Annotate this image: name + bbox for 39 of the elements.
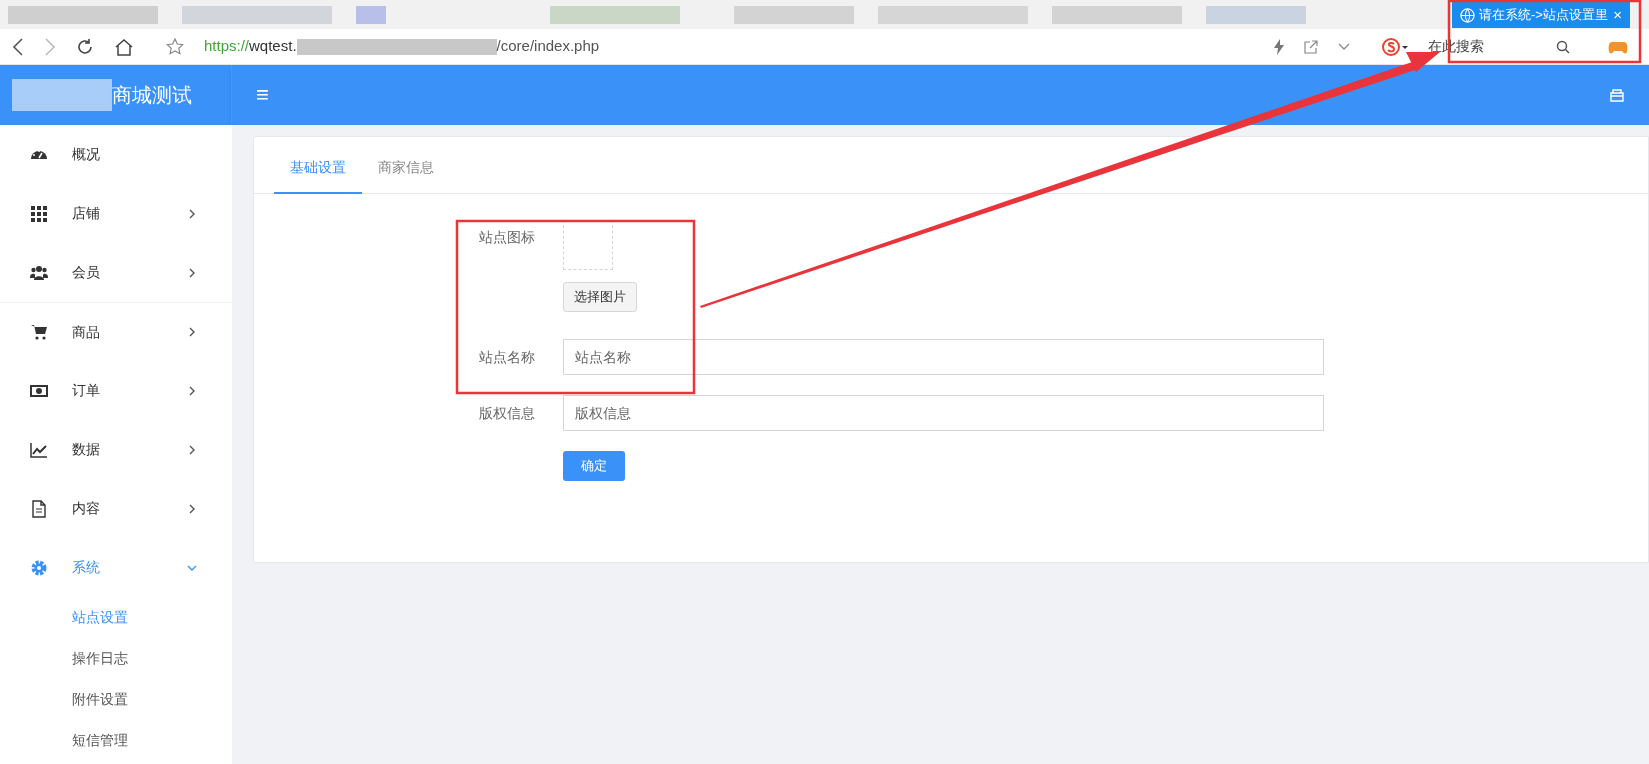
forward-icon[interactable] xyxy=(44,37,56,56)
field-label: 站点图标 xyxy=(479,228,536,247)
pixelated-tab[interactable] xyxy=(356,5,386,24)
field-label: 站点名称 xyxy=(479,348,536,367)
back-icon[interactable] xyxy=(12,37,24,56)
cart-icon xyxy=(30,323,48,341)
text-field[interactable]: 版权信息 xyxy=(563,395,1324,431)
brand-title: 商城测试 xyxy=(112,83,192,108)
globe-icon xyxy=(1460,7,1475,23)
lightning-icon[interactable] xyxy=(1274,38,1284,55)
search-icon[interactable] xyxy=(1556,39,1570,54)
submenu-item[interactable]: 短信管理 xyxy=(0,720,232,761)
home-icon[interactable] xyxy=(114,37,134,56)
grid-icon xyxy=(30,204,48,223)
text-field[interactable]: 站点名称 xyxy=(563,339,1324,375)
chevron-down-icon[interactable] xyxy=(1338,42,1350,51)
submenu-item[interactable]: 附件设置 xyxy=(0,679,232,720)
sidebar-item[interactable]: 店铺 xyxy=(0,184,232,243)
sidebar-item[interactable]: 概况 xyxy=(0,125,232,184)
line-chart-icon xyxy=(30,440,48,459)
gamepad-icon[interactable] xyxy=(1608,39,1628,54)
choose-image-button[interactable]: 选择图片 xyxy=(563,282,637,312)
settings-icon xyxy=(30,558,48,577)
reload-icon[interactable] xyxy=(76,37,94,56)
sidebar-item[interactable]: 数据 xyxy=(0,420,232,479)
address-field[interactable]: https://wqtest. /core/index.php xyxy=(204,35,1164,58)
document-icon xyxy=(30,499,48,518)
star-icon[interactable] xyxy=(166,37,184,56)
submenu-item[interactable]: 操作日志 xyxy=(0,638,232,679)
field-label: 版权信息 xyxy=(479,404,536,423)
sidebar-item[interactable]: 订单 xyxy=(0,361,232,420)
tab-title: 请在系统->站点设置里 xyxy=(1479,6,1609,25)
image-placeholder[interactable] xyxy=(563,220,613,270)
sidebar-item[interactable]: 会员 xyxy=(0,243,232,302)
search-engine-icon[interactable] xyxy=(1382,36,1408,57)
users-icon xyxy=(30,263,48,282)
tab[interactable]: 商家信息 xyxy=(362,157,450,194)
sidebar-item[interactable]: 内容 xyxy=(0,479,232,538)
share-icon[interactable] xyxy=(1304,39,1318,54)
